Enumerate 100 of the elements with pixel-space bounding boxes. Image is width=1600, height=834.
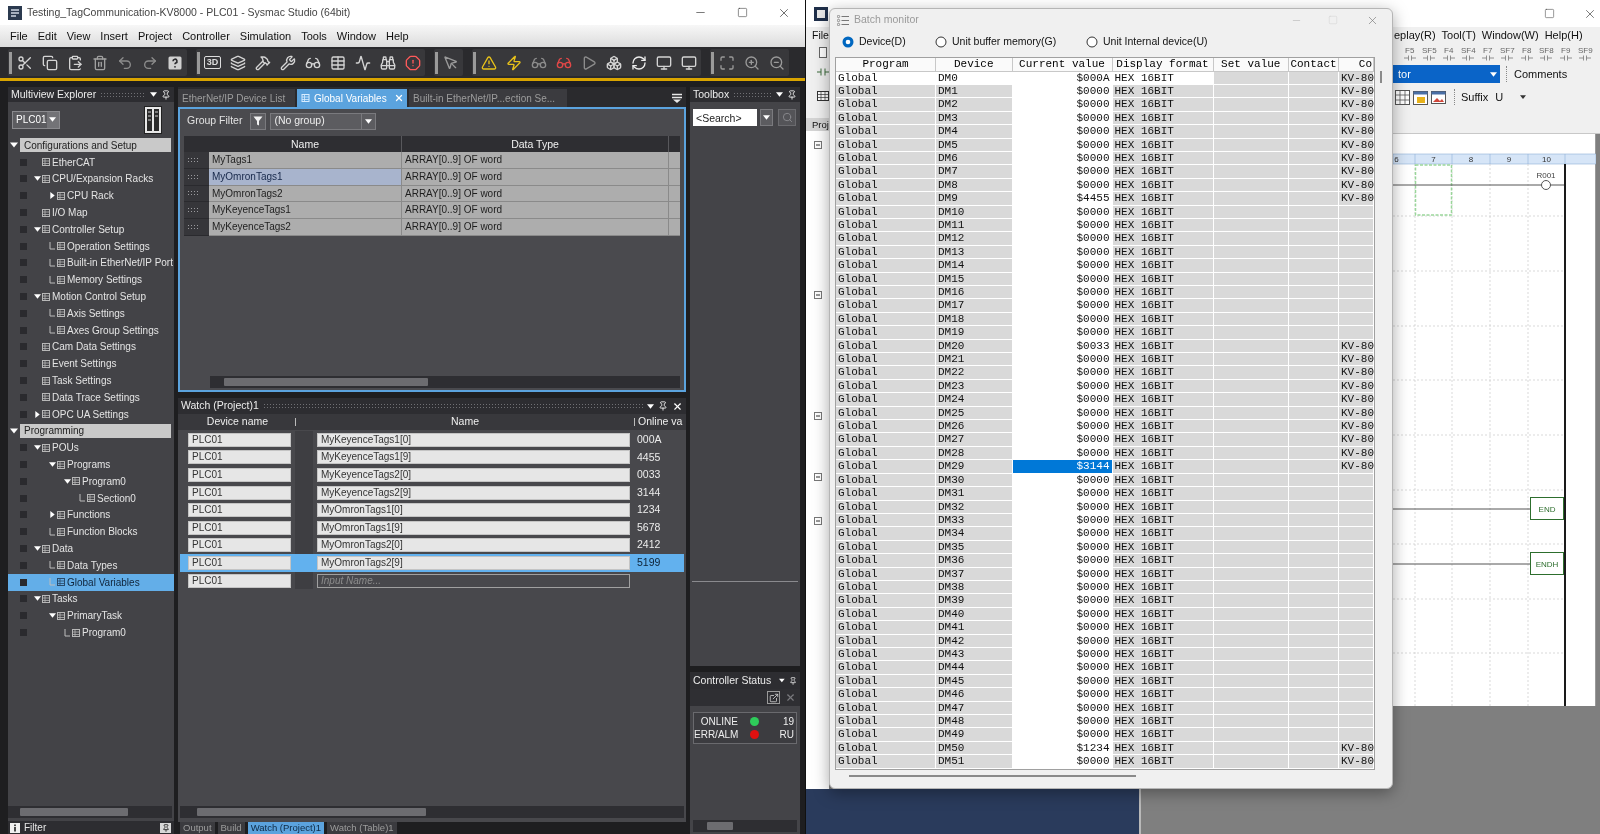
caret-icon[interactable] xyxy=(34,545,41,552)
help-icon[interactable] xyxy=(166,54,183,71)
tree-item[interactable]: Global Variables xyxy=(8,573,174,591)
column-header[interactable]: Name xyxy=(296,414,634,430)
device-field[interactable]: PLC01 xyxy=(188,468,291,482)
tree-item[interactable]: POUs xyxy=(8,439,174,457)
tree-item[interactable]: CPU/Expansion Racks xyxy=(8,170,174,188)
tree-item[interactable]: Task Settings xyxy=(8,372,174,389)
column-header[interactable]: Device xyxy=(936,58,1013,72)
function-key-button[interactable]: F5 xyxy=(1400,45,1420,61)
suffix-dropdown[interactable]: U xyxy=(1495,89,1529,105)
output-tab[interactable]: Build xyxy=(217,822,245,834)
function-key-button[interactable]: SF8 xyxy=(1536,45,1556,61)
scrollbar-thumb[interactable] xyxy=(197,808,426,816)
scrollbar-thumb[interactable] xyxy=(20,808,128,816)
search-field[interactable]: <Search> xyxy=(693,109,757,126)
column-header[interactable]: Contact xyxy=(1289,58,1339,72)
editor-tab[interactable]: EtherNet/IP Device List xyxy=(178,89,295,107)
document-icon[interactable] xyxy=(819,46,827,58)
calendar-icon[interactable] xyxy=(1413,89,1428,105)
collapse-icon[interactable] xyxy=(814,412,822,420)
coil-rung[interactable] xyxy=(1393,180,1565,190)
editor-tab[interactable]: Built-in EtherNet/IP...ection Se... xyxy=(409,89,567,107)
paste-icon[interactable] xyxy=(66,54,83,71)
scrollbar-thumb[interactable] xyxy=(707,822,733,830)
menu-item[interactable]: Help(H) xyxy=(1544,27,1583,44)
tree-item[interactable]: Controller Setup xyxy=(8,221,174,238)
pin-icon[interactable] xyxy=(161,823,170,832)
tree-item[interactable]: Function Blocks xyxy=(8,523,174,541)
radio-option[interactable]: Unit buffer memory(G) xyxy=(935,34,1086,50)
column-header[interactable]: Device name xyxy=(180,414,295,430)
tree-item[interactable]: Cam Data Settings xyxy=(8,338,174,356)
collapse-icon[interactable] xyxy=(814,291,822,299)
caret-icon[interactable] xyxy=(34,595,41,603)
function-key-button[interactable]: F4 xyxy=(1439,45,1459,61)
tree-item[interactable]: Built-in EtherNet/IP Port xyxy=(8,254,174,272)
watch-row[interactable]: PLC01 MyOmronTags1[9] 5678 xyxy=(180,518,684,537)
scrollbar[interactable] xyxy=(210,376,680,388)
wrench-icon[interactable] xyxy=(279,54,296,71)
tree-item[interactable]: Motion Control Setup xyxy=(8,288,174,305)
column-header[interactable]: Current value xyxy=(1012,58,1113,72)
device-field[interactable]: PLC01 xyxy=(188,520,291,535)
watch-row[interactable]: PLC01 MyOmronTags1[0] 1234 xyxy=(180,501,684,519)
maximize-icon[interactable] xyxy=(736,7,748,18)
menu-item[interactable]: File xyxy=(10,27,28,45)
caret-icon[interactable] xyxy=(49,612,56,620)
column-header[interactable]: Online va xyxy=(638,414,683,430)
redo-icon[interactable] xyxy=(141,54,158,71)
refresh-icon[interactable] xyxy=(630,54,647,71)
name-field[interactable]: Input Name... xyxy=(317,573,630,588)
name-field[interactable]: MyKeyenceTags1[9] xyxy=(317,450,630,465)
output-tab[interactable]: Output xyxy=(180,822,215,834)
caret-icon[interactable] xyxy=(776,91,783,98)
table-icon[interactable] xyxy=(329,54,346,71)
expand-icon[interactable] xyxy=(768,692,779,703)
tree-item[interactable]: Axes Group Settings xyxy=(8,321,174,339)
tree-item[interactable]: Program0 xyxy=(8,624,174,641)
tree-item[interactable]: Event Settings xyxy=(8,355,174,373)
group-filter-dropdown[interactable]: (No group) xyxy=(270,112,377,130)
function-key-button[interactable]: F8 xyxy=(1517,45,1537,61)
mode-dropdown[interactable]: tor xyxy=(1393,65,1500,83)
watch-row[interactable]: PLC01 MyKeyenceTags1[0] 000A xyxy=(180,431,684,449)
watch-row[interactable]: PLC01 MyKeyenceTags2[0] 0033 xyxy=(180,466,684,484)
zoom-in-icon[interactable] xyxy=(743,54,760,71)
hammer-icon[interactable] xyxy=(254,54,271,71)
grid-icon[interactable] xyxy=(1395,89,1410,105)
caret-icon[interactable] xyxy=(34,410,41,418)
function-key-button[interactable]: SF4 xyxy=(1458,45,1478,61)
caret-icon[interactable] xyxy=(10,141,18,150)
alert-octagon-icon[interactable] xyxy=(404,54,421,71)
trash-icon[interactable] xyxy=(91,54,108,71)
toolbar-grip[interactable] xyxy=(473,51,476,74)
scrollbar[interactable] xyxy=(693,820,797,832)
tree-item[interactable]: Memory Settings xyxy=(8,271,174,289)
tree-item[interactable]: I/O Map xyxy=(8,204,174,221)
monitor-icon[interactable] xyxy=(655,54,672,71)
tree-item[interactable]: Program0 xyxy=(8,472,174,490)
contact-symbol-icon[interactable] xyxy=(817,68,829,76)
name-field[interactable]: MyOmronTags2[0] xyxy=(317,538,630,553)
column-header[interactable]: Program xyxy=(836,58,936,72)
waveform-icon[interactable] xyxy=(354,54,371,71)
grid-icon[interactable] xyxy=(817,91,829,101)
menu-item[interactable]: Window xyxy=(336,27,376,45)
scissors-icon[interactable] xyxy=(16,54,33,71)
tree-item[interactable]: Data Trace Settings xyxy=(8,388,174,406)
view-3d-button[interactable]: 3D xyxy=(203,56,222,69)
caret-icon[interactable] xyxy=(34,175,41,183)
controller-dropdown[interactable]: PLC01 xyxy=(12,110,60,129)
radio-option[interactable]: Device(D) xyxy=(842,34,935,50)
instruction-rung[interactable] xyxy=(1393,552,1564,575)
caret-icon[interactable] xyxy=(49,461,56,469)
tree-item[interactable]: Operation Settings xyxy=(8,237,174,255)
menu-item[interactable]: Help xyxy=(386,27,409,45)
toolbar-grip[interactable] xyxy=(435,51,438,74)
menu-item[interactable]: File xyxy=(806,27,829,43)
comments-button[interactable]: Comments xyxy=(1514,65,1568,83)
tree-item[interactable]: CPU Rack xyxy=(8,187,174,205)
project-tab[interactable]: Proj xyxy=(806,118,829,131)
menu-item[interactable]: Simulation xyxy=(239,27,292,45)
warning-icon[interactable] xyxy=(480,54,497,71)
